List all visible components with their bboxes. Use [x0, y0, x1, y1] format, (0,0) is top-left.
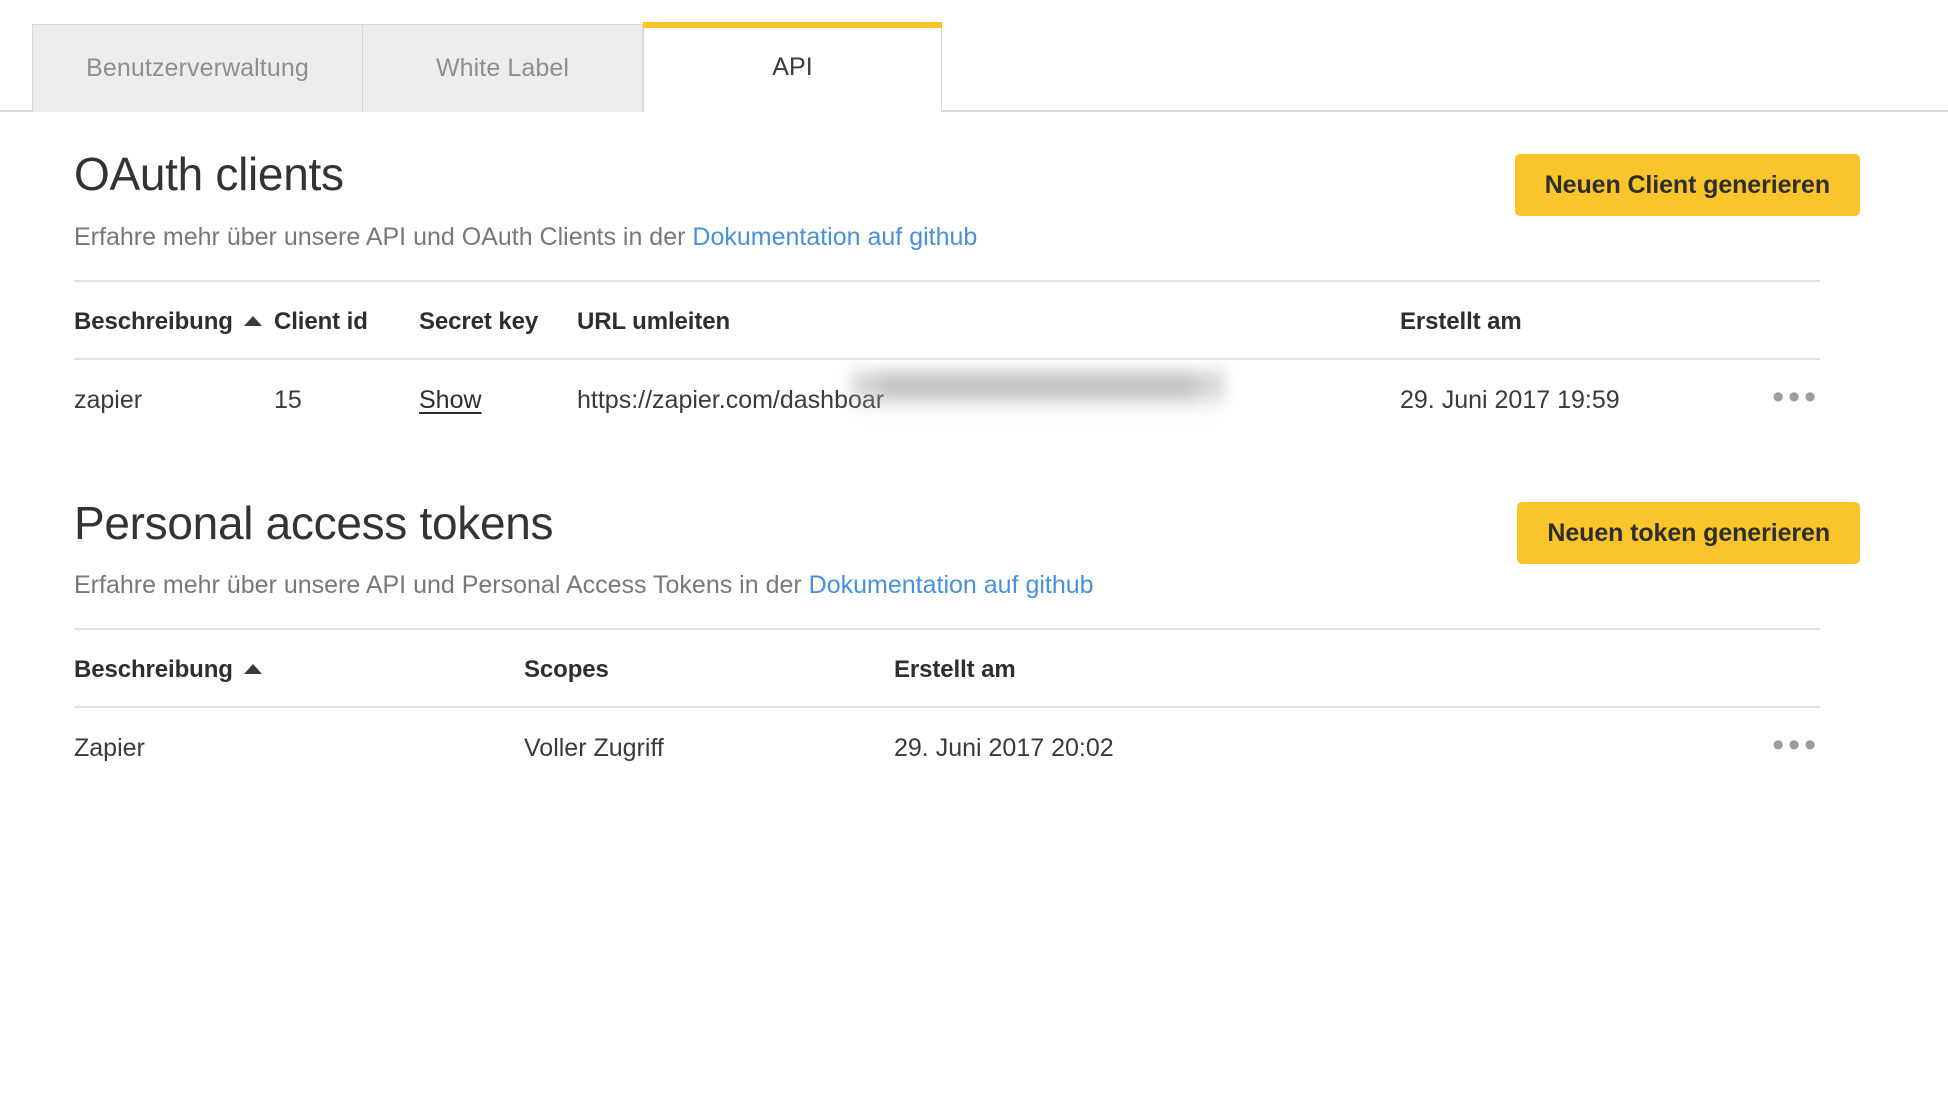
- column-header-label: Beschreibung: [74, 307, 233, 335]
- tab-bar: Benutzerverwaltung White Label API: [0, 0, 1948, 114]
- column-header-actions: [1700, 282, 1820, 359]
- tab-benutzerverwaltung[interactable]: Benutzerverwaltung: [32, 24, 362, 112]
- cell-scopes: Voller Zugriff: [524, 706, 894, 790]
- section-personal-access-tokens: Personal access tokens Erfahre mehr über…: [74, 497, 1888, 790]
- column-header-scopes[interactable]: Scopes: [524, 630, 894, 707]
- section-oauth-clients: OAuth clients Erfahre mehr über unsere A…: [74, 149, 1888, 441]
- page-content: OAuth clients Erfahre mehr über unsere A…: [0, 149, 1948, 790]
- cell-erstellt-am: 29. Juni 2017 20:02: [894, 706, 1700, 790]
- oauth-documentation-link[interactable]: Dokumentation auf github: [692, 223, 977, 251]
- column-header-url-umleiten[interactable]: URL umleiten: [577, 282, 1400, 359]
- column-header-erstellt-am[interactable]: Erstellt am: [894, 630, 1700, 707]
- tab-white-label[interactable]: White Label: [362, 24, 643, 112]
- cell-beschreibung: Zapier: [74, 706, 524, 790]
- sort-ascending-icon: [243, 664, 262, 675]
- column-header-secret-key[interactable]: Secret key: [419, 282, 577, 359]
- cell-actions: •••: [1700, 706, 1820, 790]
- column-header-label: Beschreibung: [74, 656, 233, 684]
- tab-api[interactable]: API: [643, 22, 942, 114]
- oauth-table-body: zapier 15 Show https://zapier.com/dashbo…: [74, 357, 1820, 441]
- table-header-row: Beschreibung Scopes Erstellt am: [74, 630, 1820, 707]
- cell-client-id: 15: [274, 357, 419, 441]
- oauth-table-head: Beschreibung Client id Secret key URL um…: [74, 282, 1820, 359]
- redirect-url-text: https://zapier.com/dashboar: [577, 385, 885, 414]
- column-header-beschreibung[interactable]: Beschreibung: [74, 282, 274, 359]
- generate-new-client-button[interactable]: Neuen Client generieren: [1514, 153, 1860, 216]
- oauth-header-row: Erfahre mehr über unsere API und OAuth C…: [74, 153, 1888, 252]
- oauth-clients-table: Beschreibung Client id Secret key URL um…: [74, 282, 1820, 441]
- redacted-url-overlay: [851, 363, 1225, 414]
- personal-access-tokens-table: Beschreibung Scopes Erstellt am Zapier V…: [74, 630, 1820, 790]
- pat-subtitle-text: Erfahre mehr über unsere API und Persona…: [74, 571, 809, 600]
- table-row: Zapier Voller Zugriff 29. Juni 2017 20:0…: [74, 706, 1820, 790]
- row-overflow-menu-icon[interactable]: •••: [1700, 379, 1820, 414]
- tab-label: White Label: [435, 54, 570, 82]
- column-header-erstellt-am[interactable]: Erstellt am: [1400, 282, 1700, 359]
- redacted-url-overlay-core: [877, 375, 1197, 396]
- pat-action-wrap: Neuen token generieren: [1517, 502, 1860, 565]
- sort-ascending-icon: [243, 315, 262, 326]
- tab-label: API: [772, 52, 813, 81]
- tab-label: Benutzerverwaltung: [86, 54, 309, 82]
- cell-url-umleiten: https://zapier.com/dashboar: [577, 357, 1400, 441]
- pat-subtitle: Erfahre mehr über unsere API und Persona…: [74, 570, 1094, 600]
- oauth-subtitle: Erfahre mehr über unsere API und OAuth C…: [74, 222, 977, 252]
- table-header-row: Beschreibung Client id Secret key URL um…: [74, 282, 1820, 359]
- row-overflow-menu-icon[interactable]: •••: [1700, 728, 1820, 763]
- pat-table-body: Zapier Voller Zugriff 29. Juni 2017 20:0…: [74, 706, 1820, 790]
- oauth-subtitle-text: Erfahre mehr über unsere API und OAuth C…: [74, 222, 693, 251]
- column-header-client-id[interactable]: Client id: [274, 282, 419, 359]
- tab-list: Benutzerverwaltung White Label API: [32, 22, 942, 114]
- cell-actions: •••: [1700, 357, 1820, 441]
- column-header-beschreibung[interactable]: Beschreibung: [74, 630, 524, 707]
- pat-table-head: Beschreibung Scopes Erstellt am: [74, 630, 1820, 707]
- cell-erstellt-am: 29. Juni 2017 19:59: [1400, 357, 1700, 441]
- table-row: zapier 15 Show https://zapier.com/dashbo…: [74, 357, 1820, 441]
- pat-documentation-link[interactable]: Dokumentation auf github: [809, 571, 1094, 599]
- pat-header-row: Erfahre mehr über unsere API und Persona…: [74, 502, 1888, 600]
- cell-secret-key: Show: [419, 357, 577, 441]
- generate-new-token-button[interactable]: Neuen token generieren: [1517, 502, 1860, 565]
- cell-beschreibung: zapier: [74, 357, 274, 441]
- column-header-actions: [1700, 630, 1820, 707]
- oauth-action-wrap: Neuen Client generieren: [1514, 153, 1860, 216]
- show-secret-key-link[interactable]: Show: [419, 386, 482, 414]
